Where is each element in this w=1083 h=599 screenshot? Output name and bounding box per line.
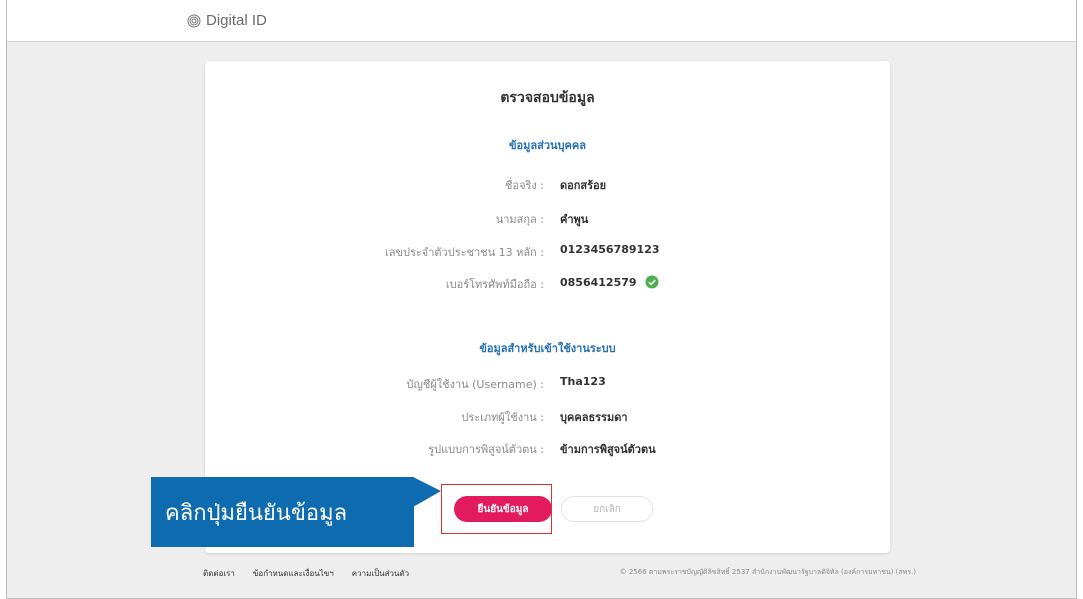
info-row-auth-method: รูปแบบการพิสูจน์ตัวตน : ข้ามการพิสูจน์ตั…	[205, 440, 890, 456]
field-label: ประเภทผู้ใช้งาน :	[461, 411, 544, 424]
info-row-citizen-id: เลขประจำตัวประชาชน 13 หลัก : 01234567891…	[205, 243, 890, 259]
footer-link-privacy[interactable]: ความเป็นส่วนตัว	[352, 567, 409, 580]
field-label: เลขประจำตัวประชาชน 13 หลัก :	[384, 246, 544, 259]
field-value: บุคคลธรรมดา	[560, 411, 628, 424]
callout-arrow-icon	[413, 477, 441, 507]
fingerprint-icon	[187, 14, 201, 27]
brand-name: Digital ID	[206, 12, 267, 29]
field-value: 0123456789123	[560, 243, 660, 256]
info-row-lastname: นามสกุล : คำพูน	[205, 210, 890, 226]
footer-links: ติดต่อเรา ข้อกำหนดและเงื่อนไขฯ ความเป็นส…	[203, 567, 409, 580]
field-label: นามสกุล :	[495, 213, 544, 226]
callout-text: คลิกปุ่มยืนยันข้อมูล	[165, 500, 348, 526]
top-navbar: Digital ID	[7, 0, 1076, 42]
footer-link-terms[interactable]: ข้อกำหนดและเงื่อนไขฯ	[253, 567, 334, 580]
field-value: 0856412579	[560, 275, 659, 289]
instruction-callout: คลิกปุ่มยืนยันข้อมูล	[151, 477, 414, 547]
field-value: ดอกสร้อย	[560, 179, 607, 192]
footer-link-contact[interactable]: ติดต่อเรา	[203, 567, 235, 580]
copyright-text: © 2566 ตามพระราชบัญญัติลิขสิทธิ์ 2537 สำ…	[619, 568, 916, 576]
field-value: คำพูน	[560, 213, 589, 226]
field-value: Tha123	[560, 375, 606, 388]
field-label: ชื่อจริง :	[505, 179, 544, 192]
info-row-username: บัญชีผู้ใช้งาน (Username) : Tha123	[205, 375, 890, 391]
field-label: รูปแบบการพิสูจน์ตัวตน :	[428, 443, 544, 456]
confirm-button-highlight-box	[441, 484, 552, 534]
info-row-phone: เบอร์โทรศัพท์มือถือ : 0856412579	[205, 275, 890, 291]
brand-logo[interactable]: Digital ID	[187, 12, 267, 29]
field-value: ข้ามการพิสูจน์ตัวตน	[560, 443, 656, 456]
field-label: เบอร์โทรศัพท์มือถือ :	[445, 278, 544, 291]
page-footer: ติดต่อเรา ข้อกำหนดและเงื่อนไขฯ ความเป็นส…	[7, 567, 1076, 587]
info-row-user-type: ประเภทผู้ใช้งาน : บุคคลธรรมดา	[205, 408, 890, 424]
page-title: ตรวจสอบข้อมูล	[500, 90, 595, 106]
personal-section-heading: ข้อมูลส่วนบุคคล	[509, 139, 586, 152]
field-label: บัญชีผู้ใช้งาน (Username) :	[406, 378, 544, 391]
login-section-heading: ข้อมูลสำหรับเข้าใช้งานระบบ	[479, 342, 616, 355]
verified-check-icon	[645, 275, 659, 289]
info-row-firstname: ชื่อจริง : ดอกสร้อย	[205, 176, 890, 192]
cancel-button[interactable]: ยกเลิก	[561, 496, 653, 522]
